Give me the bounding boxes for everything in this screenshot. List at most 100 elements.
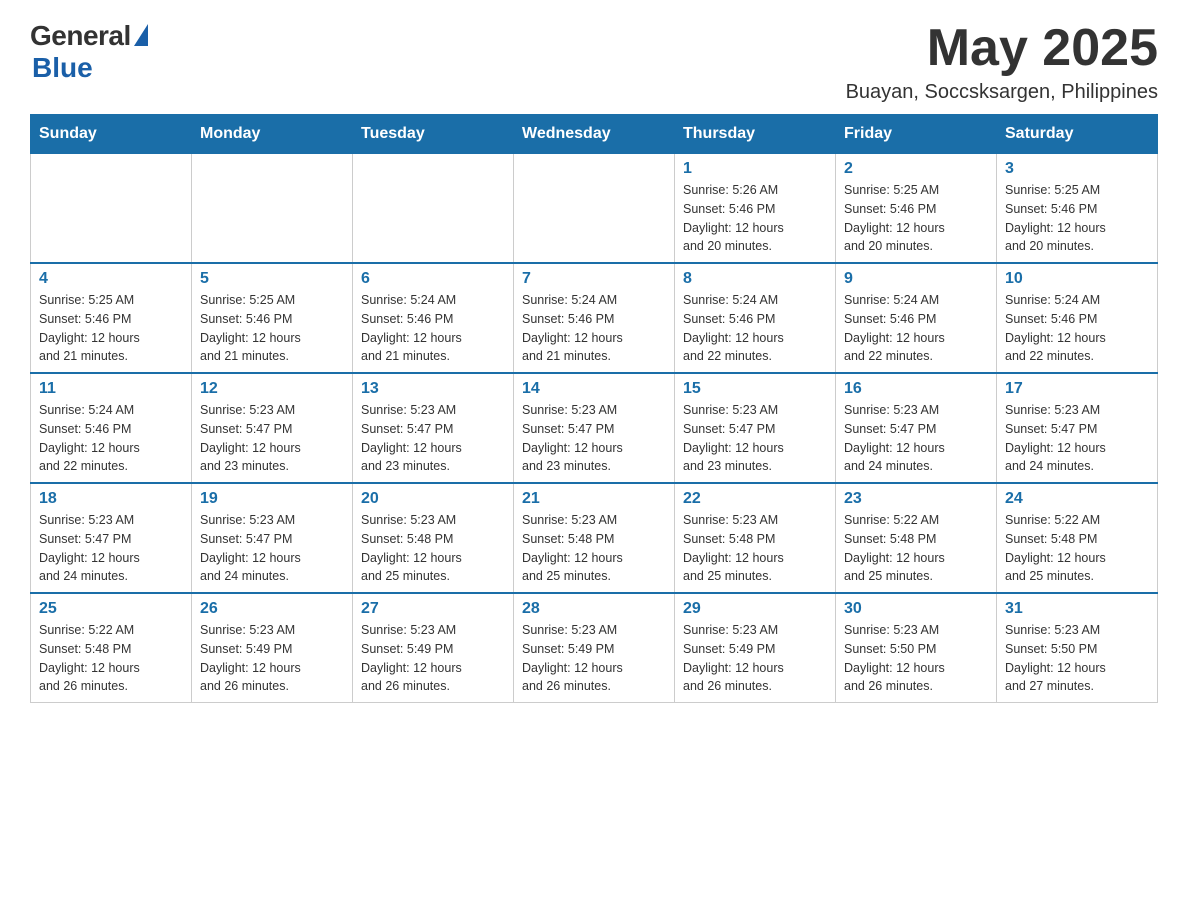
day-number: 11 bbox=[39, 380, 183, 398]
day-number: 9 bbox=[844, 270, 988, 288]
day-info: Sunrise: 5:24 AM Sunset: 5:46 PM Dayligh… bbox=[361, 291, 505, 366]
day-info: Sunrise: 5:24 AM Sunset: 5:46 PM Dayligh… bbox=[683, 291, 827, 366]
weekday-header-monday: Monday bbox=[192, 115, 353, 154]
location-subtitle: Buayan, Soccsksargen, Philippines bbox=[846, 81, 1158, 104]
day-number: 21 bbox=[522, 490, 666, 508]
day-number: 10 bbox=[1005, 270, 1149, 288]
day-info: Sunrise: 5:23 AM Sunset: 5:47 PM Dayligh… bbox=[683, 401, 827, 476]
calendar-day-cell: 12 Sunrise: 5:23 AM Sunset: 5:47 PM Dayli… bbox=[192, 373, 353, 483]
calendar-day-cell bbox=[353, 154, 514, 264]
day-number: 3 bbox=[1005, 160, 1149, 178]
logo-blue-text: Blue bbox=[32, 52, 93, 84]
day-number: 26 bbox=[200, 600, 344, 618]
day-info: Sunrise: 5:23 AM Sunset: 5:47 PM Dayligh… bbox=[200, 511, 344, 586]
calendar-day-cell: 26 Sunrise: 5:23 AM Sunset: 5:49 PM Dayli… bbox=[192, 593, 353, 703]
calendar-day-cell: 20Sunrise: 5:23 AM Sunset: 5:48 PM Dayli… bbox=[353, 483, 514, 593]
day-number: 30 bbox=[844, 600, 988, 618]
calendar-day-cell: 7 Sunrise: 5:24 AM Sunset: 5:46 PM Daylig… bbox=[514, 263, 675, 373]
calendar-day-cell: 1 Sunrise: 5:26 AM Sunset: 5:46 PM Daylig… bbox=[675, 154, 836, 264]
day-number: 1 bbox=[683, 160, 827, 178]
day-info: Sunrise: 5:25 AM Sunset: 5:46 PM Dayligh… bbox=[1005, 181, 1149, 256]
day-number: 2 bbox=[844, 160, 988, 178]
day-number: 17 bbox=[1005, 380, 1149, 398]
day-info: Sunrise: 5:23 AM Sunset: 5:47 PM Dayligh… bbox=[1005, 401, 1149, 476]
day-info: Sunrise: 5:23 AM Sunset: 5:49 PM Dayligh… bbox=[361, 621, 505, 696]
day-info: Sunrise: 5:24 AM Sunset: 5:46 PM Dayligh… bbox=[522, 291, 666, 366]
calendar-day-cell: 11 Sunrise: 5:24 AM Sunset: 5:46 PM Dayli… bbox=[31, 373, 192, 483]
day-info: Sunrise: 5:26 AM Sunset: 5:46 PM Dayligh… bbox=[683, 181, 827, 256]
calendar-day-cell: 5 Sunrise: 5:25 AM Sunset: 5:46 PM Daylig… bbox=[192, 263, 353, 373]
day-number: 5 bbox=[200, 270, 344, 288]
day-number: 23 bbox=[844, 490, 988, 508]
day-info: Sunrise: 5:23 AM Sunset: 5:49 PM Dayligh… bbox=[522, 621, 666, 696]
calendar-week-row: 11 Sunrise: 5:24 AM Sunset: 5:46 PM Dayli… bbox=[31, 373, 1158, 483]
calendar-day-cell: 31Sunrise: 5:23 AM Sunset: 5:50 PM Dayli… bbox=[997, 593, 1158, 703]
day-info: Sunrise: 5:23 AM Sunset: 5:47 PM Dayligh… bbox=[361, 401, 505, 476]
calendar-day-cell: 30 Sunrise: 5:23 AM Sunset: 5:50 PM Dayli… bbox=[836, 593, 997, 703]
day-number: 27 bbox=[361, 600, 505, 618]
day-number: 7 bbox=[522, 270, 666, 288]
calendar-day-cell bbox=[31, 154, 192, 264]
calendar-table: SundayMondayTuesdayWednesdayThursdayFrid… bbox=[30, 114, 1158, 703]
day-info: Sunrise: 5:22 AM Sunset: 5:48 PM Dayligh… bbox=[844, 511, 988, 586]
day-info: Sunrise: 5:23 AM Sunset: 5:49 PM Dayligh… bbox=[683, 621, 827, 696]
day-info: Sunrise: 5:22 AM Sunset: 5:48 PM Dayligh… bbox=[39, 621, 183, 696]
calendar-day-cell: 19Sunrise: 5:23 AM Sunset: 5:47 PM Dayli… bbox=[192, 483, 353, 593]
calendar-day-cell: 21 Sunrise: 5:23 AM Sunset: 5:48 PM Dayli… bbox=[514, 483, 675, 593]
day-info: Sunrise: 5:24 AM Sunset: 5:46 PM Dayligh… bbox=[39, 401, 183, 476]
logo-triangle-icon bbox=[134, 24, 148, 46]
day-number: 18 bbox=[39, 490, 183, 508]
page-header: General Blue May 2025 Buayan, Soccsksarg… bbox=[30, 20, 1158, 104]
day-number: 22 bbox=[683, 490, 827, 508]
day-info: Sunrise: 5:23 AM Sunset: 5:47 PM Dayligh… bbox=[200, 401, 344, 476]
weekday-header-tuesday: Tuesday bbox=[353, 115, 514, 154]
day-number: 28 bbox=[522, 600, 666, 618]
calendar-day-cell: 28 Sunrise: 5:23 AM Sunset: 5:49 PM Dayli… bbox=[514, 593, 675, 703]
day-number: 4 bbox=[39, 270, 183, 288]
calendar-day-cell: 6 Sunrise: 5:24 AM Sunset: 5:46 PM Daylig… bbox=[353, 263, 514, 373]
day-number: 15 bbox=[683, 380, 827, 398]
day-number: 14 bbox=[522, 380, 666, 398]
logo-general-text: General bbox=[30, 20, 131, 52]
day-info: Sunrise: 5:24 AM Sunset: 5:46 PM Dayligh… bbox=[844, 291, 988, 366]
weekday-header-thursday: Thursday bbox=[675, 115, 836, 154]
calendar-day-cell: 14Sunrise: 5:23 AM Sunset: 5:47 PM Dayli… bbox=[514, 373, 675, 483]
day-info: Sunrise: 5:23 AM Sunset: 5:48 PM Dayligh… bbox=[361, 511, 505, 586]
calendar-day-cell: 10Sunrise: 5:24 AM Sunset: 5:46 PM Dayli… bbox=[997, 263, 1158, 373]
calendar-day-cell: 25 Sunrise: 5:22 AM Sunset: 5:48 PM Dayli… bbox=[31, 593, 192, 703]
day-info: Sunrise: 5:23 AM Sunset: 5:48 PM Dayligh… bbox=[522, 511, 666, 586]
calendar-day-cell: 13Sunrise: 5:23 AM Sunset: 5:47 PM Dayli… bbox=[353, 373, 514, 483]
weekday-header-sunday: Sunday bbox=[31, 115, 192, 154]
calendar-day-cell: 15 Sunrise: 5:23 AM Sunset: 5:47 PM Dayli… bbox=[675, 373, 836, 483]
calendar-day-cell: 22Sunrise: 5:23 AM Sunset: 5:48 PM Dayli… bbox=[675, 483, 836, 593]
day-number: 16 bbox=[844, 380, 988, 398]
calendar-day-cell: 16Sunrise: 5:23 AM Sunset: 5:47 PM Dayli… bbox=[836, 373, 997, 483]
day-number: 8 bbox=[683, 270, 827, 288]
title-section: May 2025 Buayan, Soccsksargen, Philippin… bbox=[846, 20, 1158, 104]
day-info: Sunrise: 5:25 AM Sunset: 5:46 PM Dayligh… bbox=[39, 291, 183, 366]
month-year-title: May 2025 bbox=[846, 20, 1158, 77]
calendar-day-cell bbox=[192, 154, 353, 264]
weekday-header-friday: Friday bbox=[836, 115, 997, 154]
day-number: 6 bbox=[361, 270, 505, 288]
calendar-day-cell: 9 Sunrise: 5:24 AM Sunset: 5:46 PM Daylig… bbox=[836, 263, 997, 373]
day-number: 12 bbox=[200, 380, 344, 398]
calendar-day-cell: 3 Sunrise: 5:25 AM Sunset: 5:46 PM Daylig… bbox=[997, 154, 1158, 264]
weekday-header-wednesday: Wednesday bbox=[514, 115, 675, 154]
day-info: Sunrise: 5:23 AM Sunset: 5:50 PM Dayligh… bbox=[1005, 621, 1149, 696]
calendar-week-row: 18 Sunrise: 5:23 AM Sunset: 5:47 PM Dayli… bbox=[31, 483, 1158, 593]
weekday-header-saturday: Saturday bbox=[997, 115, 1158, 154]
calendar-week-row: 1 Sunrise: 5:26 AM Sunset: 5:46 PM Daylig… bbox=[31, 154, 1158, 264]
day-info: Sunrise: 5:23 AM Sunset: 5:49 PM Dayligh… bbox=[200, 621, 344, 696]
calendar-day-cell: 29Sunrise: 5:23 AM Sunset: 5:49 PM Dayli… bbox=[675, 593, 836, 703]
weekday-header-row: SundayMondayTuesdayWednesdayThursdayFrid… bbox=[31, 115, 1158, 154]
calendar-day-cell: 2Sunrise: 5:25 AM Sunset: 5:46 PM Daylig… bbox=[836, 154, 997, 264]
calendar-day-cell: 27 Sunrise: 5:23 AM Sunset: 5:49 PM Dayli… bbox=[353, 593, 514, 703]
calendar-day-cell: 18Sunrise: 5:23 AM Sunset: 5:47 PM Dayli… bbox=[31, 483, 192, 593]
day-info: Sunrise: 5:25 AM Sunset: 5:46 PM Dayligh… bbox=[200, 291, 344, 366]
day-number: 25 bbox=[39, 600, 183, 618]
day-info: Sunrise: 5:23 AM Sunset: 5:50 PM Dayligh… bbox=[844, 621, 988, 696]
calendar-day-cell: 17 Sunrise: 5:23 AM Sunset: 5:47 PM Dayli… bbox=[997, 373, 1158, 483]
calendar-day-cell bbox=[514, 154, 675, 264]
calendar-day-cell: 24Sunrise: 5:22 AM Sunset: 5:48 PM Dayli… bbox=[997, 483, 1158, 593]
